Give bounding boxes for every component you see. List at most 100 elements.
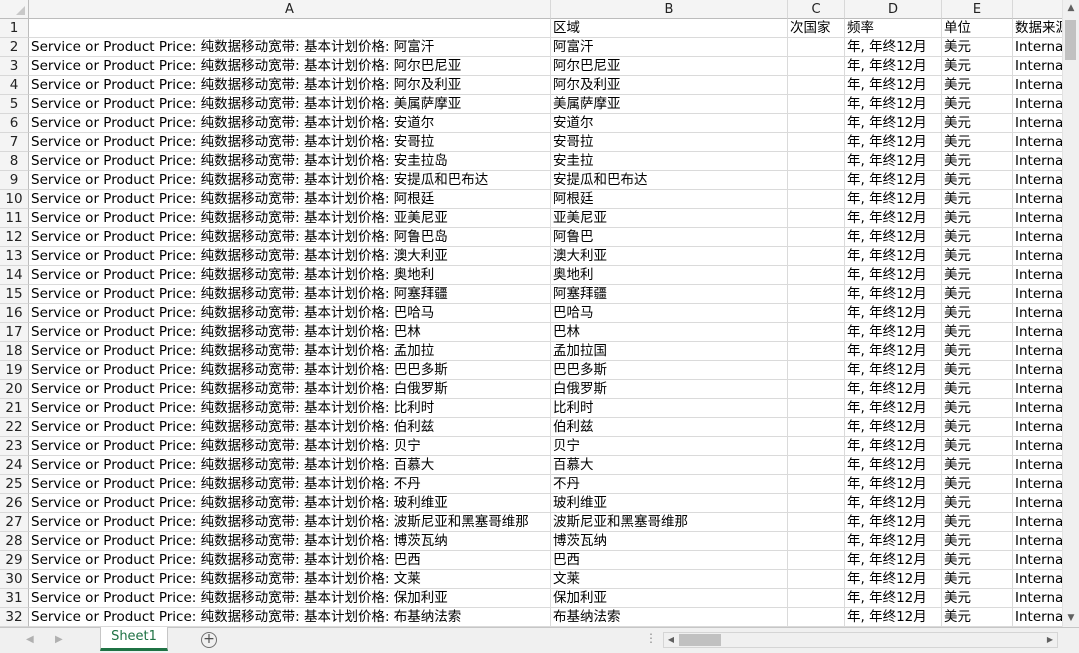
scroll-up-icon[interactable]: ▲	[1063, 0, 1079, 17]
cell-b[interactable]: 布基纳法索	[551, 608, 788, 627]
row-header[interactable]: 1	[0, 19, 29, 38]
row-header[interactable]: 4	[0, 76, 29, 95]
cell-e[interactable]: 美元	[942, 171, 1013, 190]
cell-d[interactable]: 年, 年终12月	[845, 228, 942, 247]
cell-d[interactable]: 年, 年终12月	[845, 380, 942, 399]
cell-b[interactable]: 保加利亚	[551, 589, 788, 608]
cell-a[interactable]: Service or Product Price: 纯数据移动宽带: 基本计划价…	[29, 608, 551, 627]
cell-b[interactable]: 巴巴多斯	[551, 361, 788, 380]
scroll-right-icon[interactable]: ▶	[1043, 633, 1057, 647]
cell-d[interactable]: 年, 年终12月	[845, 171, 942, 190]
cell-a[interactable]: Service or Product Price: 纯数据移动宽带: 基本计划价…	[29, 342, 551, 361]
row-header[interactable]: 9	[0, 171, 29, 190]
cell-c[interactable]: 次国家	[788, 19, 845, 38]
cell-b[interactable]: 美属萨摩亚	[551, 95, 788, 114]
cell-c[interactable]	[788, 342, 845, 361]
cell-e[interactable]: 美元	[942, 304, 1013, 323]
cell-e[interactable]: 美元	[942, 266, 1013, 285]
cell-e[interactable]: 美元	[942, 494, 1013, 513]
cell-e[interactable]: 美元	[942, 513, 1013, 532]
cell-b[interactable]: 区域	[551, 19, 788, 38]
cell-e[interactable]: 单位	[942, 19, 1013, 38]
cell-a[interactable]: Service or Product Price: 纯数据移动宽带: 基本计划价…	[29, 551, 551, 570]
cell-f[interactable]: International Telecommunication Union	[1013, 190, 1062, 209]
cell-f[interactable]: International Telecommunication Union	[1013, 95, 1062, 114]
cell-c[interactable]	[788, 57, 845, 76]
cell-f[interactable]: International Telecommunication Union	[1013, 399, 1062, 418]
cell-e[interactable]: 美元	[942, 361, 1013, 380]
cell-e[interactable]: 美元	[942, 456, 1013, 475]
split-handle-icon[interactable]: ⋮	[645, 631, 657, 645]
row-header[interactable]: 18	[0, 342, 29, 361]
cell-e[interactable]: 美元	[942, 608, 1013, 627]
cell-b[interactable]: 安哥拉	[551, 133, 788, 152]
cell-b[interactable]: 安道尔	[551, 114, 788, 133]
cell-d[interactable]: 年, 年终12月	[845, 456, 942, 475]
cell-e[interactable]: 美元	[942, 114, 1013, 133]
cell-c[interactable]	[788, 285, 845, 304]
cell-a[interactable]: Service or Product Price: 纯数据移动宽带: 基本计划价…	[29, 437, 551, 456]
cell-e[interactable]: 美元	[942, 38, 1013, 57]
cell-e[interactable]: 美元	[942, 228, 1013, 247]
row-header[interactable]: 25	[0, 475, 29, 494]
cell-b[interactable]: 贝宁	[551, 437, 788, 456]
row-header[interactable]: 28	[0, 532, 29, 551]
cell-f[interactable]: International Telecommunication Union	[1013, 209, 1062, 228]
cell-f[interactable]: International Telecommunication Union	[1013, 133, 1062, 152]
cell-a[interactable]: Service or Product Price: 纯数据移动宽带: 基本计划价…	[29, 513, 551, 532]
cell-f[interactable]: International Telecommunication Union	[1013, 494, 1062, 513]
cell-f[interactable]: International Telecommunication Union	[1013, 323, 1062, 342]
horizontal-scroll-thumb[interactable]	[679, 634, 721, 646]
cell-a[interactable]: Service or Product Price: 纯数据移动宽带: 基本计划价…	[29, 76, 551, 95]
cell-c[interactable]	[788, 114, 845, 133]
cell-a[interactable]: Service or Product Price: 纯数据移动宽带: 基本计划价…	[29, 133, 551, 152]
cell-f[interactable]: International Telecommunication Union	[1013, 456, 1062, 475]
cell-b[interactable]: 亚美尼亚	[551, 209, 788, 228]
cell-c[interactable]	[788, 380, 845, 399]
cell-c[interactable]	[788, 76, 845, 95]
cell-f[interactable]: International Telecommunication Union	[1013, 475, 1062, 494]
cell-c[interactable]	[788, 456, 845, 475]
cell-c[interactable]	[788, 399, 845, 418]
cell-b[interactable]: 安提瓜和巴布达	[551, 171, 788, 190]
spreadsheet-grid[interactable]: ABCDE1区域次国家频率单位数据来源2Service or Product P…	[0, 0, 1062, 627]
cell-e[interactable]: 美元	[942, 418, 1013, 437]
column-header-d[interactable]: D	[845, 0, 942, 19]
cell-c[interactable]	[788, 418, 845, 437]
row-header[interactable]: 13	[0, 247, 29, 266]
cell-d[interactable]: 年, 年终12月	[845, 95, 942, 114]
cell-c[interactable]	[788, 190, 845, 209]
horizontal-scrollbar[interactable]: ◀ ▶	[663, 632, 1058, 648]
cell-b[interactable]: 阿尔巴尼亚	[551, 57, 788, 76]
cell-d[interactable]: 年, 年终12月	[845, 589, 942, 608]
cell-c[interactable]	[788, 589, 845, 608]
cell-b[interactable]: 百慕大	[551, 456, 788, 475]
cell-f[interactable]: International Telecommunication Union	[1013, 285, 1062, 304]
cell-d[interactable]: 年, 年终12月	[845, 285, 942, 304]
cell-b[interactable]: 巴哈马	[551, 304, 788, 323]
cell-c[interactable]	[788, 247, 845, 266]
cell-e[interactable]: 美元	[942, 342, 1013, 361]
row-header[interactable]: 19	[0, 361, 29, 380]
row-header[interactable]: 15	[0, 285, 29, 304]
cell-f[interactable]: International Telecommunication Union	[1013, 76, 1062, 95]
cell-f[interactable]: International Telecommunication Union	[1013, 608, 1062, 627]
cell-f[interactable]: International Telecommunication Union	[1013, 171, 1062, 190]
cell-a[interactable]: Service or Product Price: 纯数据移动宽带: 基本计划价…	[29, 532, 551, 551]
cell-d[interactable]: 年, 年终12月	[845, 513, 942, 532]
cell-b[interactable]: 阿塞拜疆	[551, 285, 788, 304]
add-sheet-icon[interactable]: +	[201, 632, 217, 648]
row-header[interactable]: 32	[0, 608, 29, 627]
cell-e[interactable]: 美元	[942, 190, 1013, 209]
cell-b[interactable]: 阿根廷	[551, 190, 788, 209]
cell-f[interactable]: International Telecommunication Union	[1013, 304, 1062, 323]
cell-f[interactable]: International Telecommunication Union	[1013, 532, 1062, 551]
row-header[interactable]: 2	[0, 38, 29, 57]
cell-a[interactable]: Service or Product Price: 纯数据移动宽带: 基本计划价…	[29, 247, 551, 266]
row-header[interactable]: 22	[0, 418, 29, 437]
row-header[interactable]: 26	[0, 494, 29, 513]
row-header[interactable]: 29	[0, 551, 29, 570]
row-header[interactable]: 17	[0, 323, 29, 342]
cell-f[interactable]: International Telecommunication Union	[1013, 38, 1062, 57]
row-header[interactable]: 20	[0, 380, 29, 399]
